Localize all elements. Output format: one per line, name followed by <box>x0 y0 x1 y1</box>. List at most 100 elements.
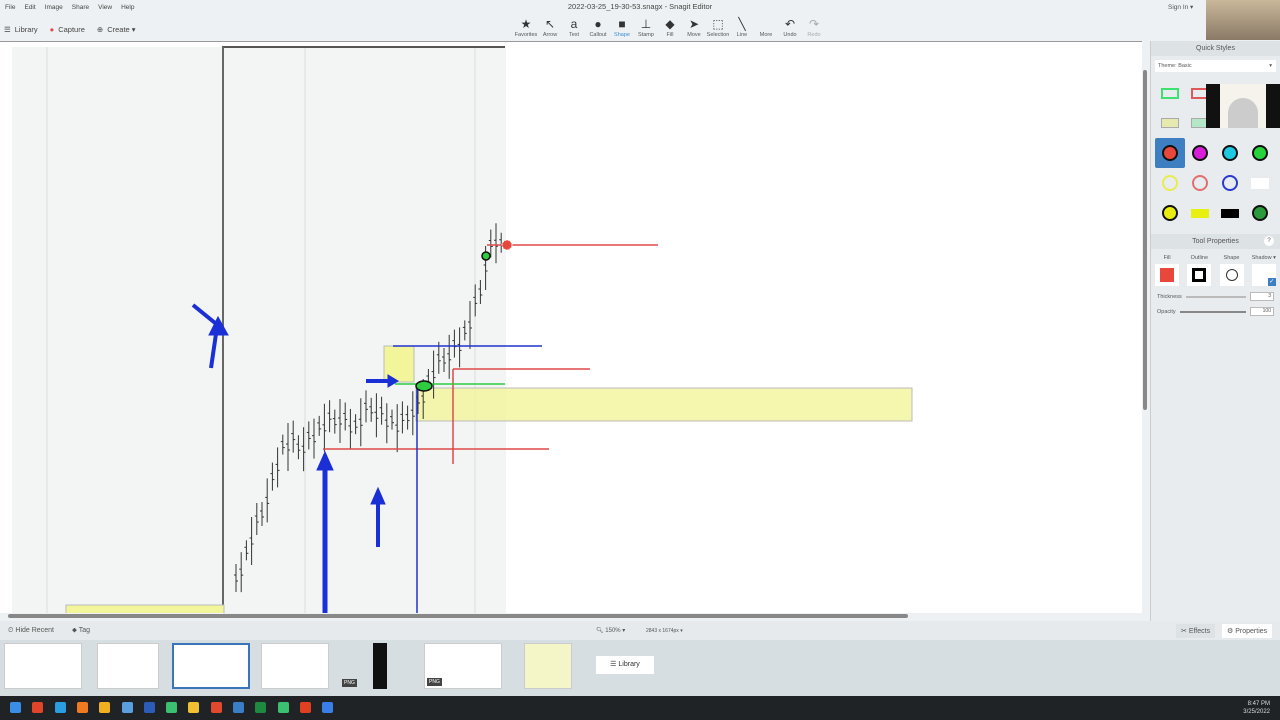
taskbar-app-icon[interactable] <box>32 702 44 713</box>
opacity-input[interactable]: 100 <box>1250 307 1274 316</box>
tool-move[interactable]: ➤ Move <box>682 16 706 38</box>
theme-value: Basic <box>1178 63 1192 69</box>
thumbnail[interactable] <box>524 643 572 689</box>
taskbar-app-icon[interactable] <box>255 702 267 713</box>
library-label: Library <box>14 25 38 34</box>
quick-style-swatch[interactable] <box>1155 78 1185 108</box>
quick-styles-header: Quick Styles <box>1151 41 1280 56</box>
hide-recent-button[interactable]: ⏲ Hide Recent <box>8 627 54 635</box>
callout-icon: ● <box>594 17 602 31</box>
taskbar-app-icon[interactable] <box>143 702 155 713</box>
library-button[interactable]: ☰ Library <box>4 25 38 34</box>
vertical-scrollbar[interactable] <box>1143 70 1147 410</box>
tool-arrow[interactable]: ↖ Arrow <box>538 16 562 38</box>
person-icon <box>1228 98 1258 128</box>
opacity-slider[interactable]: Opacity 100 <box>1151 307 1280 316</box>
tool-undo[interactable]: ↶ Undo <box>778 16 802 38</box>
thickness-input[interactable]: 3 <box>1250 292 1274 301</box>
help-icon[interactable]: ? <box>1264 236 1274 246</box>
quick-style-swatch[interactable] <box>1245 198 1275 228</box>
stamp-icon: ⊥ <box>640 17 652 31</box>
quick-style-swatch[interactable] <box>1155 138 1185 168</box>
quick-style-swatch[interactable] <box>1185 138 1215 168</box>
clock-date: 3/25/2022 <box>1243 709 1270 715</box>
record-icon: ● <box>49 25 55 34</box>
shape-picker[interactable]: Shape <box>1219 255 1244 286</box>
tool-text[interactable]: a Text <box>562 16 586 38</box>
thumbnail-png[interactable]: PNG <box>424 643 502 689</box>
zoom-select[interactable]: 🔍︎ 150% ▾ <box>596 627 625 634</box>
taskbar-app-icon[interactable] <box>166 702 178 713</box>
theme-select[interactable]: Theme: Basic ▾ <box>1155 60 1276 72</box>
taskbar-app-icon[interactable] <box>299 702 311 713</box>
dimensions-select[interactable]: 2843 x 1674px ▾ <box>646 628 683 634</box>
tool-selection[interactable]: ⬚ Selection <box>706 16 730 38</box>
tool-label: More <box>759 32 773 38</box>
hide-recent-label: Hide Recent <box>15 627 54 634</box>
tool-bar: ★ Favorites ↖ Arrow a Text ● Callout ■ Shape ⊥ Stam… <box>514 16 826 38</box>
tool-redo[interactable]: ↷ Redo <box>802 16 826 38</box>
tool-label: Undo <box>783 32 797 38</box>
tool-more[interactable]: More <box>754 16 778 38</box>
library-tray-button[interactable]: ☰ Library <box>596 656 654 674</box>
quick-style-swatch[interactable] <box>1245 138 1275 168</box>
quick-style-swatch[interactable] <box>1155 198 1185 228</box>
yellow-zone-wide <box>415 387 913 422</box>
tool-label: Shape <box>614 32 630 38</box>
line-icon: ╲ <box>738 17 746 31</box>
checkbox-checked-icon: ✓ <box>1267 278 1276 286</box>
taskbar-app-icon[interactable] <box>233 702 244 713</box>
taskbar <box>0 696 1280 720</box>
sign-in-button[interactable]: Sign In ▾ <box>1168 3 1193 11</box>
taskbar-app-icon[interactable] <box>188 702 200 713</box>
thumbnail[interactable] <box>97 643 159 689</box>
canvas[interactable] <box>0 41 1142 613</box>
quick-style-swatch[interactable] <box>1215 198 1245 228</box>
quick-style-swatch[interactable] <box>1215 168 1245 198</box>
quick-style-swatch[interactable] <box>1155 168 1185 198</box>
taskbar-app-icon[interactable] <box>121 702 133 713</box>
thumbnail[interactable] <box>4 643 82 689</box>
quick-style-swatch[interactable] <box>1215 138 1245 168</box>
outline-picker[interactable]: Outline <box>1187 255 1212 286</box>
tool-stamp[interactable]: ⊥ Stamp <box>634 16 658 38</box>
tool-favorites[interactable]: ★ Favorites <box>514 16 538 38</box>
quick-style-swatch[interactable] <box>1185 168 1215 198</box>
taskbar-app-icon[interactable] <box>99 702 111 713</box>
arrow-icon: ↖ <box>544 17 556 31</box>
quick-style-swatch[interactable] <box>1245 168 1275 198</box>
tool-callout[interactable]: ● Callout <box>586 16 610 38</box>
horizontal-scrollbar[interactable] <box>8 614 908 618</box>
tool-properties-label: Tool Properties <box>1192 238 1239 245</box>
capture-button[interactable]: ● Capture <box>50 25 85 34</box>
taskbar-app-icon[interactable] <box>76 702 88 713</box>
thumbnail-png[interactable]: PNG <box>340 643 418 689</box>
tool-shape[interactable]: ■ Shape <box>610 16 634 38</box>
taskbar-app-icon[interactable] <box>322 702 334 713</box>
tool-line[interactable]: ╲ Line <box>730 16 754 38</box>
thumbnail-selected[interactable] <box>172 643 250 689</box>
effects-tab[interactable]: ✂ Effects <box>1176 624 1216 638</box>
fill-picker[interactable]: Fill <box>1155 255 1180 286</box>
create-button[interactable]: ⊕ Create ▾ <box>97 25 136 34</box>
thickness-slider[interactable]: Thickness 3 <box>1151 292 1280 301</box>
tag-button[interactable]: ⬥ Tag <box>72 627 90 635</box>
thumbnail[interactable] <box>261 643 329 689</box>
properties-tab[interactable]: ⚙ Properties <box>1222 624 1273 638</box>
redo-icon: ↷ <box>808 17 820 31</box>
shadow-picker[interactable]: Shadow ▾ ✓ <box>1251 255 1276 286</box>
circle-shape-icon <box>1225 269 1238 281</box>
clock[interactable]: 8:47 PM 3/25/2022 <box>1243 700 1270 716</box>
zoom-value: 150% ▾ <box>605 628 626 634</box>
tool-label: Move <box>687 32 701 38</box>
quick-style-swatch[interactable] <box>1185 198 1215 228</box>
taskbar-app-icon[interactable] <box>277 702 289 713</box>
tool-label: Selection <box>706 32 730 38</box>
taskbar-app-icon[interactable] <box>10 702 21 713</box>
taskbar-app-icon[interactable] <box>54 702 66 713</box>
tool-fill[interactable]: ◆ Fill <box>658 16 682 38</box>
quick-style-swatch[interactable] <box>1155 108 1185 138</box>
outline-swatch <box>1192 268 1207 282</box>
fill-label: Fill <box>1163 255 1171 261</box>
taskbar-app-icon[interactable] <box>210 702 222 713</box>
